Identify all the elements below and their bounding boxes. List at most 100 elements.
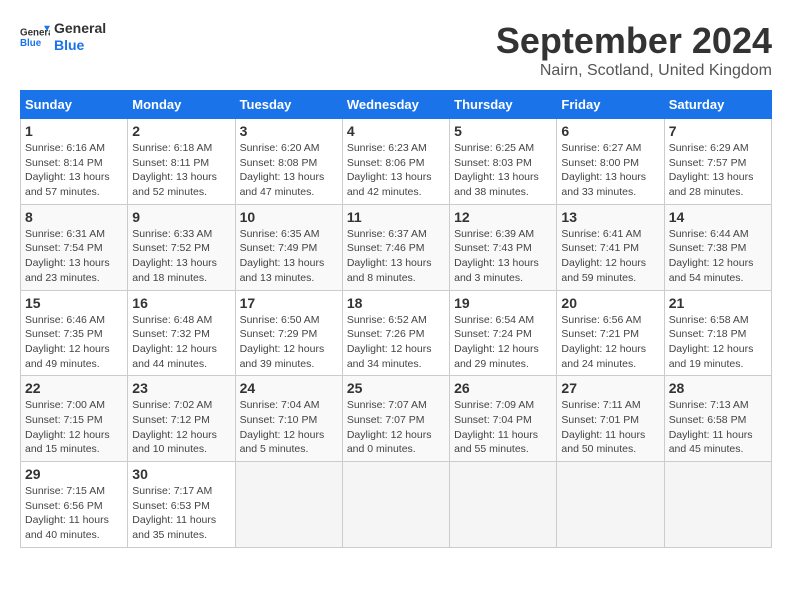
calendar-cell: 4Sunrise: 6:23 AM Sunset: 8:06 PM Daylig… bbox=[342, 119, 449, 205]
calendar-cell bbox=[450, 462, 557, 548]
day-info: Sunrise: 6:37 AM Sunset: 7:46 PM Dayligh… bbox=[347, 227, 445, 286]
calendar-cell: 15 Sunrise: 6:46 AM Sunset: 7:35 PM Dayli… bbox=[21, 290, 128, 376]
day-number: 2 bbox=[132, 123, 230, 139]
calendar-week-3: 15 Sunrise: 6:46 AM Sunset: 7:35 PM Dayli… bbox=[21, 290, 772, 376]
day-number: 22 bbox=[25, 380, 123, 396]
day-info: Sunrise: 7:15 AM Sunset: 6:56 PM Dayligh… bbox=[25, 484, 123, 543]
weekday-header-wednesday: Wednesday bbox=[342, 91, 449, 119]
day-number: 28 bbox=[669, 380, 767, 396]
calendar-cell bbox=[235, 462, 342, 548]
calendar-cell: 29Sunrise: 7:15 AM Sunset: 6:56 PM Dayli… bbox=[21, 462, 128, 548]
calendar-table: SundayMondayTuesdayWednesdayThursdayFrid… bbox=[20, 90, 772, 548]
day-number: 23 bbox=[132, 380, 230, 396]
day-number: 12 bbox=[454, 209, 552, 225]
day-number: 21 bbox=[669, 295, 767, 311]
day-info: Sunrise: 6:25 AM Sunset: 8:03 PM Dayligh… bbox=[454, 141, 552, 200]
calendar-cell: 10 Sunrise: 6:35 AM Sunset: 7:49 PM Dayli… bbox=[235, 204, 342, 290]
day-info: Sunrise: 6:29 AM Sunset: 7:57 PM Dayligh… bbox=[669, 141, 767, 200]
day-info: Sunrise: 6:16 AM Sunset: 8:14 PM Dayligh… bbox=[25, 141, 123, 200]
day-info: Sunrise: 6:54 AM Sunset: 7:24 PM Dayligh… bbox=[454, 313, 552, 372]
day-info: Sunrise: 6:44 AM Sunset: 7:38 PM Dayligh… bbox=[669, 227, 767, 286]
calendar-cell bbox=[342, 462, 449, 548]
calendar-cell bbox=[557, 462, 664, 548]
day-number: 11 bbox=[347, 209, 445, 225]
day-number: 20 bbox=[561, 295, 659, 311]
calendar-cell: 24Sunrise: 7:04 AM Sunset: 7:10 PM Dayli… bbox=[235, 376, 342, 462]
weekday-header-monday: Monday bbox=[128, 91, 235, 119]
day-info: Sunrise: 7:02 AM Sunset: 7:12 PM Dayligh… bbox=[132, 398, 230, 457]
day-info: Sunrise: 6:31 AM Sunset: 7:54 PM Dayligh… bbox=[25, 227, 123, 286]
location: Nairn, Scotland, United Kingdom bbox=[496, 62, 772, 80]
month-title: September 2024 bbox=[496, 20, 772, 62]
day-info: Sunrise: 7:00 AM Sunset: 7:15 PM Dayligh… bbox=[25, 398, 123, 457]
page-header: General Blue General Blue September 2024… bbox=[20, 20, 772, 80]
weekday-header-friday: Friday bbox=[557, 91, 664, 119]
title-section: September 2024 Nairn, Scotland, United K… bbox=[496, 20, 772, 80]
calendar-cell: 19Sunrise: 6:54 AM Sunset: 7:24 PM Dayli… bbox=[450, 290, 557, 376]
calendar-cell: 18 Sunrise: 6:52 AM Sunset: 7:26 PM Dayli… bbox=[342, 290, 449, 376]
calendar-cell: 8 Sunrise: 6:31 AM Sunset: 7:54 PM Daylig… bbox=[21, 204, 128, 290]
day-info: Sunrise: 7:17 AM Sunset: 6:53 PM Dayligh… bbox=[132, 484, 230, 543]
calendar-cell: 28Sunrise: 7:13 AM Sunset: 6:58 PM Dayli… bbox=[664, 376, 771, 462]
calendar-week-5: 29Sunrise: 7:15 AM Sunset: 6:56 PM Dayli… bbox=[21, 462, 772, 548]
day-info: Sunrise: 6:41 AM Sunset: 7:41 PM Dayligh… bbox=[561, 227, 659, 286]
calendar-week-4: 22 Sunrise: 7:00 AM Sunset: 7:15 PM Dayli… bbox=[21, 376, 772, 462]
calendar-cell: 21 Sunrise: 6:58 AM Sunset: 7:18 PM Dayli… bbox=[664, 290, 771, 376]
calendar-week-2: 8 Sunrise: 6:31 AM Sunset: 7:54 PM Daylig… bbox=[21, 204, 772, 290]
calendar-cell: 1 Sunrise: 6:16 AM Sunset: 8:14 PM Daylig… bbox=[21, 119, 128, 205]
day-number: 8 bbox=[25, 209, 123, 225]
calendar-cell: 20 Sunrise: 6:56 AM Sunset: 7:21 PM Dayli… bbox=[557, 290, 664, 376]
calendar-cell: 22 Sunrise: 7:00 AM Sunset: 7:15 PM Dayli… bbox=[21, 376, 128, 462]
calendar-cell: 9Sunrise: 6:33 AM Sunset: 7:52 PM Daylig… bbox=[128, 204, 235, 290]
day-info: Sunrise: 7:07 AM Sunset: 7:07 PM Dayligh… bbox=[347, 398, 445, 457]
calendar-cell: 11 Sunrise: 6:37 AM Sunset: 7:46 PM Dayli… bbox=[342, 204, 449, 290]
calendar-cell: 17Sunrise: 6:50 AM Sunset: 7:29 PM Dayli… bbox=[235, 290, 342, 376]
day-number: 1 bbox=[25, 123, 123, 139]
day-number: 15 bbox=[25, 295, 123, 311]
calendar-cell: 2 Sunrise: 6:18 AM Sunset: 8:11 PM Daylig… bbox=[128, 119, 235, 205]
calendar-cell: 14Sunrise: 6:44 AM Sunset: 7:38 PM Dayli… bbox=[664, 204, 771, 290]
day-number: 25 bbox=[347, 380, 445, 396]
logo-line2: Blue bbox=[54, 37, 106, 54]
calendar-week-1: 1 Sunrise: 6:16 AM Sunset: 8:14 PM Daylig… bbox=[21, 119, 772, 205]
day-number: 6 bbox=[561, 123, 659, 139]
day-number: 18 bbox=[347, 295, 445, 311]
day-info: Sunrise: 7:11 AM Sunset: 7:01 PM Dayligh… bbox=[561, 398, 659, 457]
day-number: 10 bbox=[240, 209, 338, 225]
day-number: 30 bbox=[132, 466, 230, 482]
calendar-cell: 23 Sunrise: 7:02 AM Sunset: 7:12 PM Dayli… bbox=[128, 376, 235, 462]
day-info: Sunrise: 7:09 AM Sunset: 7:04 PM Dayligh… bbox=[454, 398, 552, 457]
day-info: Sunrise: 6:18 AM Sunset: 8:11 PM Dayligh… bbox=[132, 141, 230, 200]
day-number: 7 bbox=[669, 123, 767, 139]
calendar-cell: 7 Sunrise: 6:29 AM Sunset: 7:57 PM Daylig… bbox=[664, 119, 771, 205]
day-number: 5 bbox=[454, 123, 552, 139]
calendar-cell: 13Sunrise: 6:41 AM Sunset: 7:41 PM Dayli… bbox=[557, 204, 664, 290]
day-info: Sunrise: 6:46 AM Sunset: 7:35 PM Dayligh… bbox=[25, 313, 123, 372]
day-info: Sunrise: 6:20 AM Sunset: 8:08 PM Dayligh… bbox=[240, 141, 338, 200]
logo-line1: General bbox=[54, 20, 106, 37]
day-info: Sunrise: 6:35 AM Sunset: 7:49 PM Dayligh… bbox=[240, 227, 338, 286]
calendar-cell: 5 Sunrise: 6:25 AM Sunset: 8:03 PM Daylig… bbox=[450, 119, 557, 205]
calendar-cell bbox=[664, 462, 771, 548]
day-number: 17 bbox=[240, 295, 338, 311]
calendar-cell: 6Sunrise: 6:27 AM Sunset: 8:00 PM Daylig… bbox=[557, 119, 664, 205]
svg-text:Blue: Blue bbox=[20, 38, 42, 49]
calendar-cell: 12 Sunrise: 6:39 AM Sunset: 7:43 PM Dayli… bbox=[450, 204, 557, 290]
svg-text:General: General bbox=[20, 27, 50, 38]
calendar-cell: 25 Sunrise: 7:07 AM Sunset: 7:07 PM Dayli… bbox=[342, 376, 449, 462]
day-info: Sunrise: 6:58 AM Sunset: 7:18 PM Dayligh… bbox=[669, 313, 767, 372]
weekday-header-tuesday: Tuesday bbox=[235, 91, 342, 119]
weekday-header-thursday: Thursday bbox=[450, 91, 557, 119]
day-info: Sunrise: 6:56 AM Sunset: 7:21 PM Dayligh… bbox=[561, 313, 659, 372]
day-info: Sunrise: 6:52 AM Sunset: 7:26 PM Dayligh… bbox=[347, 313, 445, 372]
calendar-cell: 3Sunrise: 6:20 AM Sunset: 8:08 PM Daylig… bbox=[235, 119, 342, 205]
day-info: Sunrise: 6:48 AM Sunset: 7:32 PM Dayligh… bbox=[132, 313, 230, 372]
calendar-cell: 16Sunrise: 6:48 AM Sunset: 7:32 PM Dayli… bbox=[128, 290, 235, 376]
day-number: 26 bbox=[454, 380, 552, 396]
day-info: Sunrise: 7:04 AM Sunset: 7:10 PM Dayligh… bbox=[240, 398, 338, 457]
weekday-header-saturday: Saturday bbox=[664, 91, 771, 119]
logo-icon: General Blue bbox=[20, 22, 50, 52]
day-number: 9 bbox=[132, 209, 230, 225]
weekday-header-sunday: Sunday bbox=[21, 91, 128, 119]
day-info: Sunrise: 6:39 AM Sunset: 7:43 PM Dayligh… bbox=[454, 227, 552, 286]
